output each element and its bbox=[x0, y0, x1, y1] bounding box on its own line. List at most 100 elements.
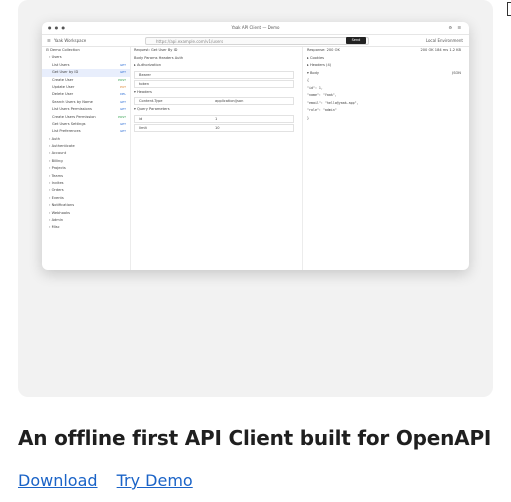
sidebar-item[interactable]: Delete User DEL bbox=[42, 91, 130, 98]
sidebar-item[interactable]: Create Users Permission POST bbox=[42, 114, 130, 121]
sidebar-item[interactable]: › Notifications bbox=[42, 202, 130, 209]
sidebar-item[interactable]: Get User by ID GET bbox=[42, 69, 130, 77]
sidebar-item-label: Invites bbox=[51, 181, 64, 186]
sidebar-item[interactable]: List Preferences GET bbox=[42, 128, 130, 135]
param-value: 1 bbox=[215, 116, 218, 121]
sidebar-item[interactable]: › Auth bbox=[42, 136, 130, 143]
query-section-label: Query Parameters bbox=[136, 107, 170, 111]
sidebar-item-label: Teams bbox=[51, 173, 63, 178]
sidebar-item-label: Create User bbox=[52, 77, 74, 82]
response-pane: Response: 200 OK 200 OK 184 ms 1.2 KB ▸ … bbox=[302, 47, 465, 270]
method-badge: GET bbox=[119, 70, 126, 75]
method-badge: GET bbox=[119, 107, 126, 112]
param-row[interactable]: limit 10 bbox=[134, 123, 294, 132]
try-demo-link[interactable]: Try Demo bbox=[117, 471, 193, 490]
sidebar-item[interactable]: Create User POST bbox=[42, 77, 130, 84]
query-section[interactable]: ▾ Query Parameters bbox=[134, 106, 294, 114]
send-button[interactable]: Send bbox=[346, 37, 366, 44]
response-title: Response: 200 OK bbox=[307, 48, 340, 52]
sidebar-item[interactable]: › Events bbox=[42, 195, 130, 202]
param-value: 10 bbox=[215, 125, 220, 130]
response-code: { "id": 1, "name": "Yaak", "email": "hel… bbox=[307, 77, 465, 122]
sidebar-item[interactable]: › Invites bbox=[42, 180, 130, 187]
link-row: Download Try Demo bbox=[18, 471, 207, 490]
auth-section[interactable]: ▸ Authorization bbox=[134, 62, 294, 70]
sidebar-item[interactable]: Get Users Settings GET bbox=[42, 121, 130, 128]
response-headers-section[interactable]: ▸ Headers (4) bbox=[307, 62, 465, 70]
url-input-value: https://api.example.com/v1/users bbox=[156, 38, 224, 44]
request-pane: Request: Get User By ID Body Params Head… bbox=[134, 47, 294, 270]
sidebar-item-label: Create Users Permission bbox=[52, 114, 96, 119]
title-bar: ● ● ● Yaak API Client — Demo ⚙ ☰ bbox=[42, 22, 469, 35]
headers-section[interactable]: ▾ Headers bbox=[134, 89, 294, 97]
sidebar-item-label: Users bbox=[51, 55, 62, 60]
sidebar-item-label: Get User by ID bbox=[52, 70, 79, 75]
sidebar-item-label: List Users bbox=[52, 62, 70, 67]
sidebar-item[interactable]: › Misc bbox=[42, 224, 130, 231]
response-headers-label: Headers (4) bbox=[309, 63, 332, 67]
response-body-label: Body bbox=[309, 70, 320, 75]
sidebar-item[interactable]: › Projects bbox=[42, 165, 130, 172]
sidebar-item[interactable]: ⊟ Demo Collection bbox=[42, 47, 130, 54]
sidebar-item-label: Projects bbox=[51, 166, 66, 171]
edge-bracket bbox=[507, 2, 511, 16]
method-badge: GET bbox=[119, 121, 126, 126]
download-link[interactable]: Download bbox=[18, 471, 98, 490]
response-meta: 200 OK 184 ms 1.2 KB bbox=[420, 48, 461, 52]
app-window: ● ● ● Yaak API Client — Demo ⚙ ☰ ☰ Yaak … bbox=[42, 22, 469, 270]
sidebar-item[interactable]: › Teams bbox=[42, 173, 130, 180]
sidebar-item-label: List Preferences bbox=[52, 129, 81, 134]
sidebar-item[interactable]: List Users GET bbox=[42, 62, 130, 69]
response-body-section[interactable]: ▾ Body JSON bbox=[307, 70, 465, 78]
sidebar-item[interactable]: › Authenticate bbox=[42, 143, 130, 150]
caption-heading: An offline first API Client built for Op… bbox=[18, 426, 492, 450]
url-input[interactable]: https://api.example.com/v1/users ✕ bbox=[145, 37, 369, 45]
header-key: Content-Type bbox=[139, 99, 163, 103]
sidebar-item[interactable]: › Account bbox=[42, 150, 130, 157]
code-line: } bbox=[307, 115, 309, 120]
header-value: application/json bbox=[215, 99, 244, 103]
sidebar-item-label: Billing bbox=[51, 158, 63, 163]
auth-type-value: Bearer bbox=[139, 72, 151, 77]
sidebar-item[interactable]: Search Users by Name GET bbox=[42, 99, 130, 106]
sidebar-item-label: Webhooks bbox=[51, 210, 71, 215]
sidebar-item-label: Orders bbox=[51, 188, 64, 193]
sidebar-item[interactable]: List Users Permissions GET bbox=[42, 106, 130, 113]
auth-type-field[interactable]: Bearer bbox=[134, 70, 294, 79]
code-line: "email": "hello@yaak.app", bbox=[307, 100, 359, 105]
sidebar-item[interactable]: › Webhooks bbox=[42, 210, 130, 217]
param-row[interactable]: id 1 bbox=[134, 114, 294, 123]
header-row[interactable]: Content-Type application/json bbox=[134, 97, 294, 105]
sidebar-item[interactable]: › Admin bbox=[42, 217, 130, 224]
sidebar-item-label: Delete User bbox=[52, 92, 74, 97]
sidebar-item-label: Update User bbox=[52, 84, 75, 89]
auth-value-field[interactable]: token bbox=[134, 79, 294, 88]
sidebar-item-label: Events bbox=[51, 195, 64, 200]
sidebar-item[interactable]: › Billing bbox=[42, 158, 130, 165]
workspace-selector[interactable]: Yaak Workspace bbox=[54, 38, 86, 43]
sidebar-item-label: Demo Collection bbox=[50, 48, 80, 52]
cookies-section[interactable]: ▸ Cookies bbox=[307, 55, 465, 63]
sidebar: ⊟ Demo Collection › Users List Users GET Get… bbox=[42, 47, 131, 270]
toolbar: ☰ Yaak Workspace https://api.example.com… bbox=[42, 35, 469, 47]
request-tabs[interactable]: Body Params Headers Auth bbox=[134, 55, 294, 63]
code-line: "role": "admin" bbox=[307, 108, 337, 112]
method-badge: GET bbox=[119, 99, 126, 104]
code-line: { bbox=[307, 78, 309, 82]
sidebar-item-label: Get Users Settings bbox=[52, 121, 86, 126]
response-header: Response: 200 OK 200 OK 184 ms 1.2 KB bbox=[307, 47, 465, 55]
response-format[interactable]: JSON bbox=[452, 70, 461, 78]
sidebar-item-label: Search Users by Name bbox=[52, 99, 93, 104]
code-line: "id": 1, bbox=[307, 85, 323, 90]
sidebar-item-label: Auth bbox=[51, 136, 61, 141]
sidebar-item[interactable]: › Orders bbox=[42, 187, 130, 194]
window-actions-icon[interactable]: ⚙ ☰ bbox=[449, 25, 463, 30]
code-line: "name": "Yaak", bbox=[307, 93, 337, 97]
environment-selector[interactable]: Local Environment bbox=[426, 38, 463, 43]
sidebar-item-label: Notifications bbox=[51, 203, 75, 208]
method-badge: PUT bbox=[120, 84, 126, 89]
menu-icon[interactable]: ☰ bbox=[47, 38, 51, 43]
headers-section-label: Headers bbox=[136, 89, 152, 94]
sidebar-item[interactable]: Update User PUT bbox=[42, 84, 130, 91]
sidebar-item[interactable]: › Users bbox=[42, 54, 130, 61]
